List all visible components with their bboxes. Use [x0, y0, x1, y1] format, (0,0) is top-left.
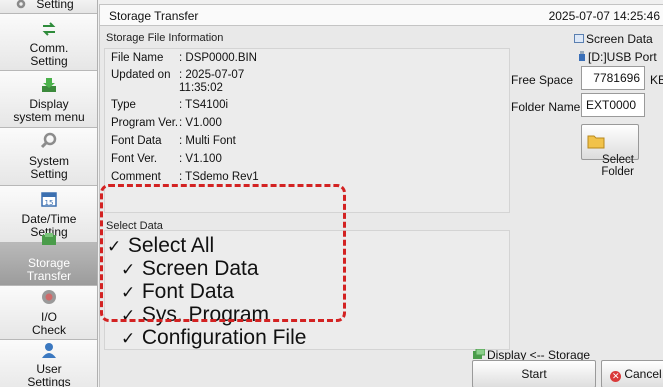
checkbox-select-all[interactable]: ✓ Select All [107, 235, 214, 258]
check-mark-icon: ✓ [121, 306, 136, 325]
file-info-box: File Name : DSP0000.BIN Updated on : 2025-… [104, 48, 510, 213]
sidebar-item-label: I/O Check [31, 310, 66, 337]
svg-text:15: 15 [45, 199, 54, 207]
checkbox-font-data[interactable]: ✓ Font Data [121, 281, 234, 304]
usb-drive-icon [579, 51, 585, 61]
info-row-file-name: File Name : DSP0000.BIN [111, 52, 257, 64]
info-row-program-ver: Program Ver.: V1.000 [111, 117, 222, 129]
storage-to-display-icon [473, 349, 485, 359]
select-data-box: ✓ Select All ✓ Screen Data ✓ Font Data ✓… [104, 230, 510, 350]
sidebar-item-system-setting[interactable]: System Setting [0, 128, 97, 186]
info-value: : V1.000 [179, 117, 222, 129]
checkbox-label: Sys. Program [141, 303, 270, 326]
info-value: : DSP0000.BIN [179, 52, 257, 64]
cancel-icon: ✕ [610, 371, 622, 382]
info-key: Type [111, 99, 136, 111]
checkbox-label: Configuration File [141, 326, 307, 349]
check-mark-icon: ✓ [121, 329, 136, 348]
sidebar-item-label: User Settings [27, 362, 71, 387]
io-check-icon [42, 290, 56, 304]
info-row-type: Type : TS4100i [111, 99, 228, 111]
check-mark-icon: ✓ [121, 260, 136, 279]
sidebar-item-setting[interactable]: Setting [0, 0, 97, 14]
main-panel: Storage File Information File Name : DSP0… [99, 26, 663, 387]
storage-data-type: Screen Data [586, 32, 653, 46]
screen-data-option[interactable]: Screen Data [574, 32, 653, 46]
folder-name-field[interactable]: EXT0000 [581, 93, 645, 117]
free-space-field: 7781696 [581, 66, 645, 90]
sidebar-item-label: Storage Transfer [26, 256, 72, 283]
sidebar-item-user-settings[interactable]: User Settings [0, 340, 97, 387]
storage-port: [D:]USB Port [588, 50, 657, 64]
info-key: Program Ver. [111, 117, 179, 129]
start-button[interactable]: Start [472, 360, 596, 387]
sidebar-item-label: Setting [36, 0, 74, 11]
user-icon [42, 343, 56, 358]
checkbox-label: Font Data [141, 280, 235, 303]
info-key: File Name [111, 52, 164, 64]
cancel-label: Cancel [624, 367, 662, 381]
free-space-unit: KB [650, 73, 663, 87]
info-value: : Multi Font [179, 135, 236, 147]
info-row-font-ver: Font Ver. : V1.100 [111, 153, 222, 165]
sidebar: Setting Comm. Setting Display system men… [0, 0, 98, 387]
checkbox-screen-data[interactable]: ✓ Screen Data [121, 258, 259, 281]
folder-icon [587, 135, 605, 149]
select-folder-label: Select Folder [601, 154, 634, 178]
datetime-display: 2025-07-07 14:25:46 [548, 9, 660, 23]
comm-arrows-icon [42, 22, 56, 36]
folder-name-label: Folder Name [511, 100, 581, 114]
checkbox-label: Screen Data [141, 257, 259, 280]
wrench-icon [40, 132, 57, 149]
calendar-icon: 15 [41, 192, 57, 207]
info-row-font-data: Font Data : Multi Font [111, 135, 236, 147]
page-title: Storage Transfer [109, 9, 199, 23]
sidebar-item-label: System Setting [28, 154, 69, 181]
screen-icon [574, 34, 584, 43]
info-value: : TSdemo Rev1 [179, 171, 259, 183]
info-key: Font Data [111, 135, 162, 147]
storage-transfer-icon [42, 233, 56, 245]
checkbox-label: Select All [127, 234, 215, 257]
info-row-updated-on: Updated on : 2025-07-07 11:35:02 [111, 69, 244, 95]
check-mark-icon: ✓ [121, 283, 136, 302]
info-key: Updated on [111, 69, 171, 81]
info-value: : TS4100i [179, 99, 229, 111]
info-value: : V1.100 [179, 153, 222, 165]
download-icon [42, 78, 56, 92]
checkbox-sys-program[interactable]: ✓ Sys. Program [121, 304, 269, 327]
info-row-comment: Comment : TSdemo Rev1 [111, 171, 259, 183]
sidebar-item-display-system-menu[interactable]: Display system menu [0, 71, 97, 128]
sidebar-item-label: Comm. Setting [29, 41, 69, 68]
sidebar-item-storage-transfer[interactable]: Storage Transfer [0, 233, 97, 286]
info-key: Comment [111, 171, 161, 183]
file-info-section-label: Storage File Information [106, 32, 224, 44]
usb-port-option[interactable]: [D:]USB Port [578, 50, 657, 64]
sidebar-item-label: Display system menu [13, 97, 85, 124]
cancel-button[interactable]: ✕ Cancel [601, 360, 663, 387]
free-space-label: Free Space [511, 73, 574, 87]
header-bar: Storage Transfer 2025-07-07 14:25:46 [99, 4, 663, 26]
checkbox-configuration-file[interactable]: ✓ Configuration File [121, 327, 306, 350]
sidebar-item-io-check[interactable]: I/O Check [0, 286, 97, 340]
info-value: : 2025-07-07 11:35:02 [179, 69, 245, 94]
check-mark-icon: ✓ [107, 237, 122, 256]
sidebar-item-comm-setting[interactable]: Comm. Setting [0, 14, 97, 71]
info-key: Font Ver. [111, 153, 158, 165]
select-folder-button[interactable]: Select Folder [581, 124, 639, 178]
